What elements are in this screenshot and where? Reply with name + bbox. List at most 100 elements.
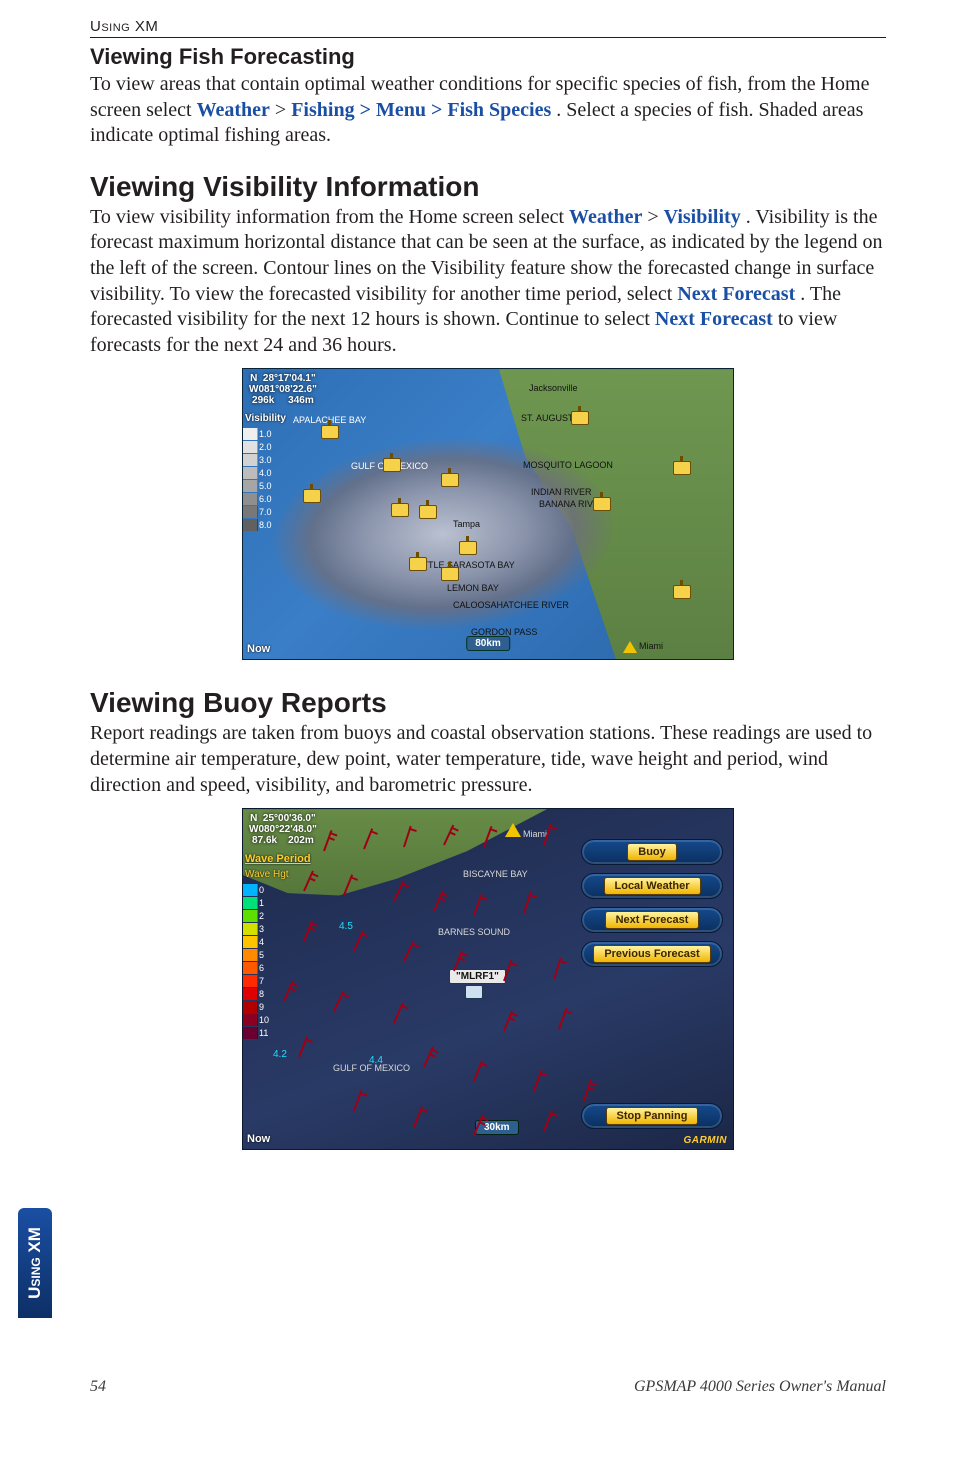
legend-row: 2 bbox=[243, 909, 269, 922]
visibility-legend: 1.02.03.04.05.06.07.08.0 bbox=[243, 427, 272, 531]
legend-row: 3.0 bbox=[243, 453, 272, 466]
legend-row: 10 bbox=[243, 1013, 269, 1026]
label-little-sarasota: LITTLE SARASOTA BAY bbox=[415, 561, 515, 570]
depth-reading: 4.4 bbox=[369, 1055, 383, 1066]
legend-swatch bbox=[243, 936, 258, 948]
paragraph-buoy-reports: Report readings are taken from buoys and… bbox=[90, 721, 886, 798]
nav-separator: > bbox=[647, 206, 663, 228]
legend-row: 0 bbox=[243, 883, 269, 896]
legend-swatch bbox=[243, 910, 258, 922]
legend-swatch bbox=[243, 428, 258, 440]
wind-barb-icon bbox=[473, 894, 482, 915]
port-icon bbox=[571, 411, 589, 425]
wind-barb-icon bbox=[433, 891, 444, 912]
nav-weather: Weather bbox=[569, 206, 642, 228]
legend-row: 6 bbox=[243, 961, 269, 974]
port-icon bbox=[419, 505, 437, 519]
legend-value: 4.0 bbox=[259, 467, 272, 479]
gps-coordinates: N 25°00'36.0" W080°22'48.0" 87.6k 202m bbox=[249, 813, 317, 846]
paragraph-visibility: To view visibility information from the … bbox=[90, 205, 886, 359]
wind-barb-icon bbox=[413, 1106, 423, 1127]
label-miami: Miami bbox=[523, 829, 547, 839]
legend-value: 3 bbox=[259, 923, 264, 935]
legend-swatch bbox=[243, 975, 258, 987]
wind-barb-icon bbox=[298, 1036, 308, 1057]
legend-row: 1 bbox=[243, 896, 269, 909]
legend-value: 5 bbox=[259, 949, 264, 961]
heading-fish-forecasting: Viewing Fish Forecasting bbox=[90, 44, 886, 70]
nav-visibility: Visibility bbox=[664, 206, 741, 228]
legend-swatch bbox=[243, 480, 258, 492]
port-icon bbox=[673, 461, 691, 475]
nav-separator: > bbox=[275, 99, 291, 121]
wave-height-legend: 01234567891011 bbox=[243, 883, 269, 1039]
legend-swatch bbox=[243, 467, 258, 479]
section-tab-label: Using XM bbox=[25, 1227, 45, 1299]
legend-swatch bbox=[243, 884, 258, 896]
legend-swatch bbox=[243, 949, 258, 961]
button-label: Stop Panning bbox=[606, 1107, 699, 1125]
legend-row: 5.0 bbox=[243, 479, 272, 492]
label-miami: Miami bbox=[639, 641, 663, 651]
port-icon bbox=[409, 557, 427, 571]
legend-swatch bbox=[243, 962, 258, 974]
label-indian: INDIAN RIVER bbox=[531, 487, 592, 497]
legend-swatch bbox=[243, 1001, 258, 1013]
label-biscayne: BISCAYNE BAY bbox=[463, 869, 528, 879]
legend-row: 9 bbox=[243, 1000, 269, 1013]
wind-barb-icon bbox=[473, 1060, 483, 1081]
legend-value: 5.0 bbox=[259, 480, 272, 492]
stop-panning-button[interactable]: Stop Panning bbox=[581, 1103, 723, 1129]
gps-coordinates: N 28°17'04.1" W081°08'22.6" 296k 346m bbox=[249, 373, 317, 406]
label-lemon: LEMON BAY bbox=[447, 583, 499, 593]
legend-value: 11 bbox=[259, 1027, 268, 1039]
legend-value: 0 bbox=[259, 884, 264, 896]
legend-value: 3.0 bbox=[259, 454, 272, 466]
legend-row: 5 bbox=[243, 948, 269, 961]
port-icon bbox=[383, 458, 401, 472]
wind-barb-icon bbox=[283, 981, 294, 1002]
buoy-station-chip[interactable]: "MLRF1" bbox=[449, 969, 506, 984]
wind-barb-icon bbox=[553, 958, 562, 980]
section-tab-using-xm: Using XM bbox=[18, 1208, 52, 1318]
legend-row: 1.0 bbox=[243, 427, 272, 440]
legend-value: 6 bbox=[259, 962, 264, 974]
port-icon bbox=[391, 503, 409, 517]
wind-barb-icon bbox=[403, 941, 414, 962]
legend-swatch bbox=[243, 493, 258, 505]
nav-menu: Menu bbox=[376, 99, 426, 121]
nav-weather: Weather bbox=[197, 99, 270, 121]
legend-swatch bbox=[243, 519, 258, 531]
wind-barb-icon bbox=[423, 1047, 434, 1068]
next-forecast-button[interactable]: Next Forecast bbox=[581, 907, 723, 933]
nav-fish-species: Fish Species bbox=[447, 99, 551, 121]
legend-row: 2.0 bbox=[243, 440, 272, 453]
button-label: Buoy bbox=[627, 843, 677, 861]
legend-value: 1 bbox=[259, 897, 264, 909]
running-head: Using XM bbox=[90, 18, 886, 38]
legend-value: 10 bbox=[259, 1014, 269, 1026]
previous-forecast-button[interactable]: Previous Forecast bbox=[581, 941, 723, 967]
buoy-button[interactable]: Buoy bbox=[581, 839, 723, 865]
local-weather-button[interactable]: Local Weather bbox=[581, 873, 723, 899]
legend-value: 6.0 bbox=[259, 493, 272, 505]
legend-title: Wave Period bbox=[245, 853, 311, 865]
text: To view visibility information from the … bbox=[90, 206, 569, 228]
label-jacksonville: Jacksonville bbox=[529, 383, 578, 393]
legend-value: 7 bbox=[259, 975, 264, 987]
legend-value: 8.0 bbox=[259, 519, 272, 531]
legend-row: 6.0 bbox=[243, 492, 272, 505]
figure-visibility-map: N 28°17'04.1" W081°08'22.6" 296k 346m Vi… bbox=[242, 368, 734, 660]
page-footer: 54 GPSMAP 4000 Series Owner's Manual bbox=[90, 1378, 886, 1396]
legend-row: 8 bbox=[243, 987, 269, 1000]
port-icon bbox=[441, 473, 459, 487]
depth-reading: 4.5 bbox=[339, 921, 353, 932]
nav-fishing: Fishing bbox=[291, 99, 354, 121]
wind-barb-icon bbox=[303, 920, 313, 941]
legend-title: Visibility bbox=[245, 413, 286, 424]
label-barnes: BARNES SOUND bbox=[438, 927, 510, 937]
wind-barb-icon bbox=[393, 881, 404, 902]
scale-chip: 80km bbox=[466, 636, 510, 651]
port-icon bbox=[321, 425, 339, 439]
label-gordon: GORDON PASS bbox=[471, 627, 537, 637]
